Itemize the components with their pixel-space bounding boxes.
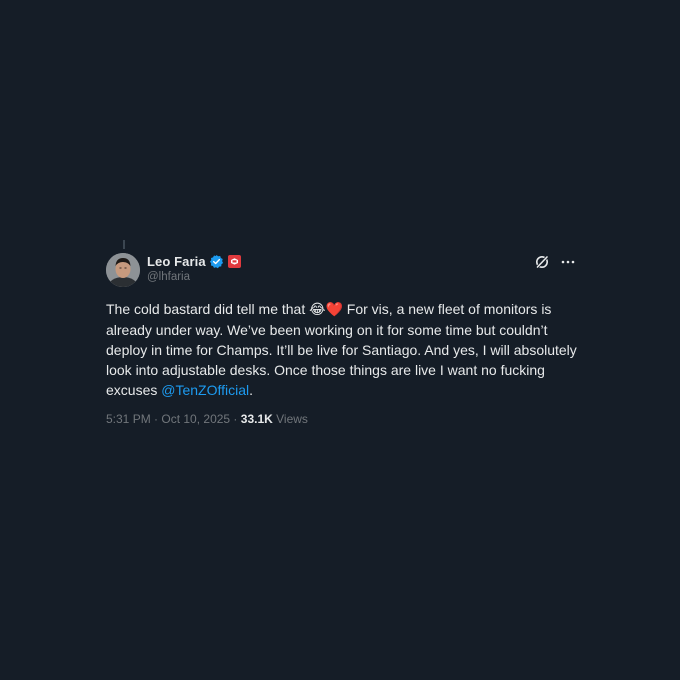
handle[interactable]: @lhfaria <box>147 271 241 283</box>
tweet-text: The cold bastard did tell me that 😂❤️ Fo… <box>106 299 578 400</box>
avatar-image <box>106 253 140 287</box>
meta-separator: · <box>150 412 162 426</box>
tweet-text-end: . <box>249 382 254 398</box>
tweet-date[interactable]: Oct 10, 2025 <box>161 412 230 426</box>
grok-icon[interactable] <box>534 254 550 270</box>
tweet-text-part-1: The cold bastard did tell me that <box>106 301 310 317</box>
riot-games-badge-icon[interactable] <box>227 254 241 268</box>
more-icon[interactable] <box>560 254 576 270</box>
mention-link[interactable]: @TenZOfficial <box>161 382 249 398</box>
tweet-actions <box>534 254 576 270</box>
display-name[interactable]: Leo Faria <box>147 254 206 269</box>
tweet-meta: 5:31 PM · Oct 10, 2025 · 33.1K Views <box>106 412 308 426</box>
tweet-time[interactable]: 5:31 PM <box>106 412 151 426</box>
name-row: Leo Faria <box>147 252 241 270</box>
avatar[interactable] <box>106 253 140 287</box>
views-count[interactable]: 33.1K <box>241 412 273 426</box>
views-label: Views <box>272 412 308 426</box>
tweet-header: Leo Faria @lhfaria <box>106 252 578 288</box>
verified-badge-icon[interactable] <box>209 254 224 269</box>
author-names: Leo Faria @lhfaria <box>147 252 241 283</box>
tears-of-joy-emoji: 😂 <box>309 302 326 318</box>
red-heart-emoji: ❤️ <box>325 302 343 318</box>
thread-connector-line <box>123 240 125 249</box>
meta-separator: · <box>230 412 241 426</box>
